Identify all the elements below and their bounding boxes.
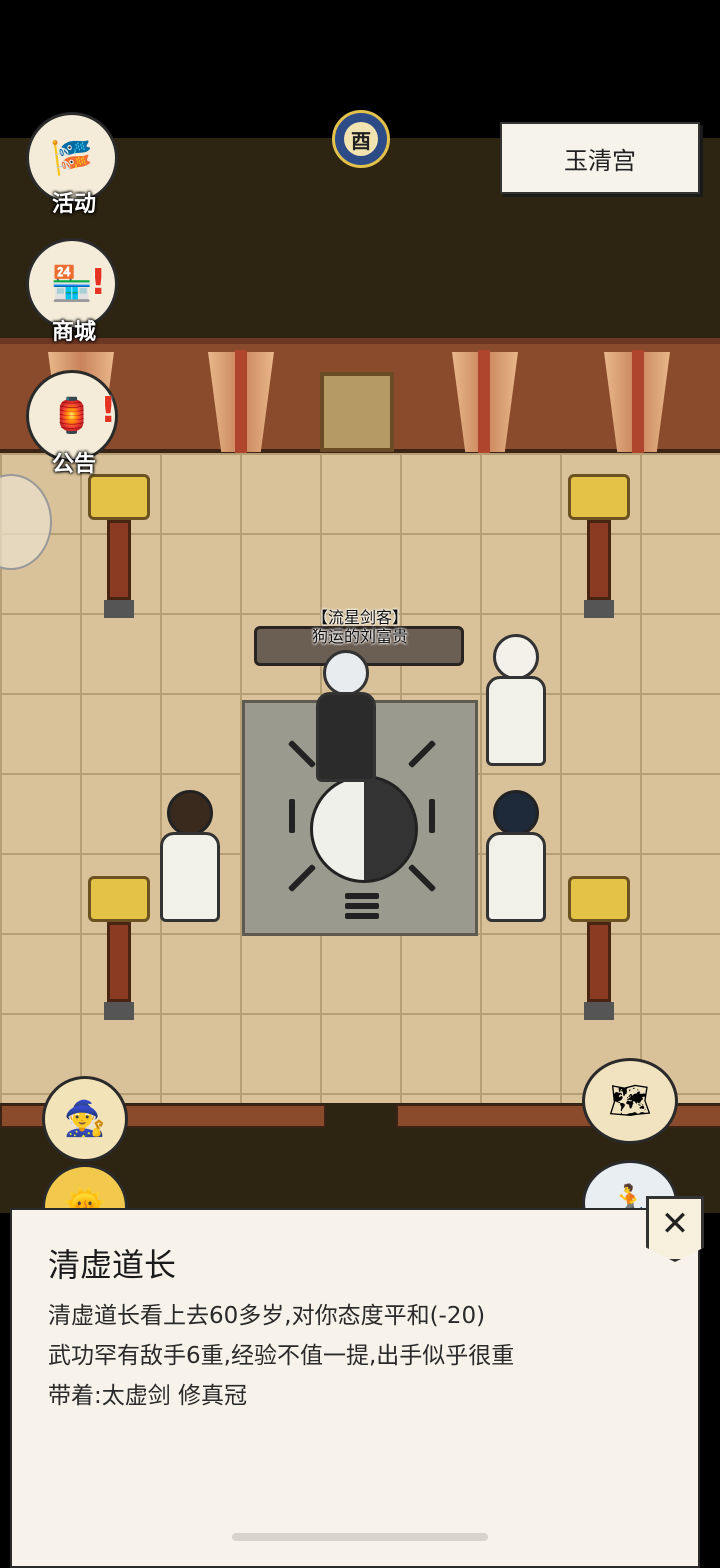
trigram-line [429,799,435,833]
notice-alert-icon: ! [100,390,117,431]
npc-desc-line: 清虚道长看上去60多岁,对你态度平和(-20) [48,1303,486,1329]
wall-pillar [478,350,490,460]
portrait-button[interactable]: 🧙 [42,1076,128,1162]
wall-pillar [632,350,644,460]
trigram-line [287,863,317,893]
trigram-line [289,799,295,833]
banner-scroll-icon: 🎏 [50,138,94,178]
trigram-line [345,893,379,899]
trigram-line [407,739,437,769]
notice-label: 公告 [51,452,96,477]
stone-lantern [88,474,150,618]
npc-masked-swordsman[interactable] [486,634,546,766]
trigram-line [345,913,379,919]
npc-desc-line: 武功罕有敌手6重,经验不值一提,出手似乎很重 [48,1343,515,1369]
npc-desc-line: 带着:太虚剑 修真冠 [48,1383,248,1409]
npc-name: 清虚道长 [48,1246,177,1284]
location-label: 玉清宫 [500,122,700,194]
stone-lantern [568,876,630,1020]
shop-stall-icon: 🏪 [50,264,94,304]
shop-alert-icon: ! [90,262,107,303]
hour-glyph: 酉 [344,122,378,156]
trigram-line [345,903,379,909]
npc-disciple-left[interactable] [160,790,220,922]
player-title: 【流星剑客】 [311,608,408,627]
player-nameplate: 【流星剑客】 狗运的刘富贵 [268,608,452,646]
shop-label: 商城 [51,320,96,345]
map-button[interactable]: 🗺 [582,1058,678,1144]
trigram-line [287,739,317,769]
trigram-line [407,863,437,893]
taiji-symbol [310,775,418,883]
stone-lantern [88,876,150,1020]
time-of-day-icon[interactable]: 酉 [332,110,390,168]
stone-lantern [568,474,630,618]
location-name: 玉清宫 [564,146,636,175]
character-portrait-icon: 🧙 [63,1099,107,1139]
player-name: 狗运的刘富贵 [311,627,408,646]
hall-door[interactable] [320,372,394,452]
map-scroll-icon: 🗺 [608,1081,652,1121]
close-icon: ✕ [660,1204,690,1244]
notice-board-icon: 🏮 [50,396,94,436]
activity-label: 活动 [51,192,96,217]
wall-pillar [235,350,247,460]
player-character[interactable] [316,650,376,782]
npc-disciple-right[interactable] [486,790,546,922]
home-indicator[interactable] [232,1533,488,1541]
